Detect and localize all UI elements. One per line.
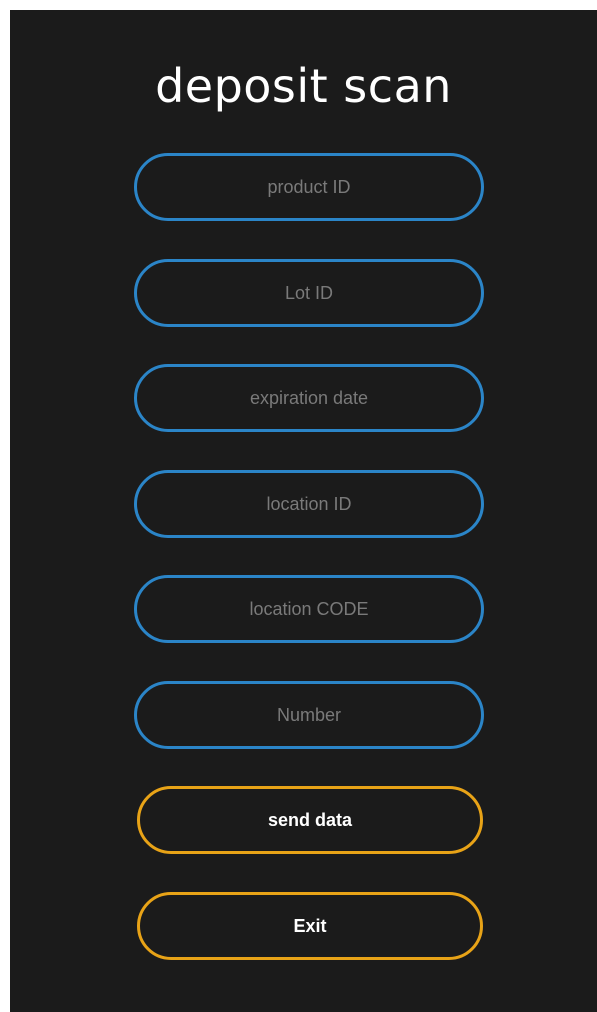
location-code-input[interactable] [134, 575, 484, 643]
number-input[interactable] [134, 681, 484, 749]
send-data-button[interactable]: send data [137, 786, 483, 854]
page-title: deposit scan [155, 59, 452, 113]
expiration-date-input[interactable] [134, 364, 484, 432]
lot-id-input[interactable] [134, 259, 484, 327]
exit-button[interactable]: Exit [137, 892, 483, 960]
deposit-scan-panel: deposit scan send data Exit [10, 10, 597, 1012]
location-id-input[interactable] [134, 470, 484, 538]
product-id-input[interactable] [134, 153, 484, 221]
